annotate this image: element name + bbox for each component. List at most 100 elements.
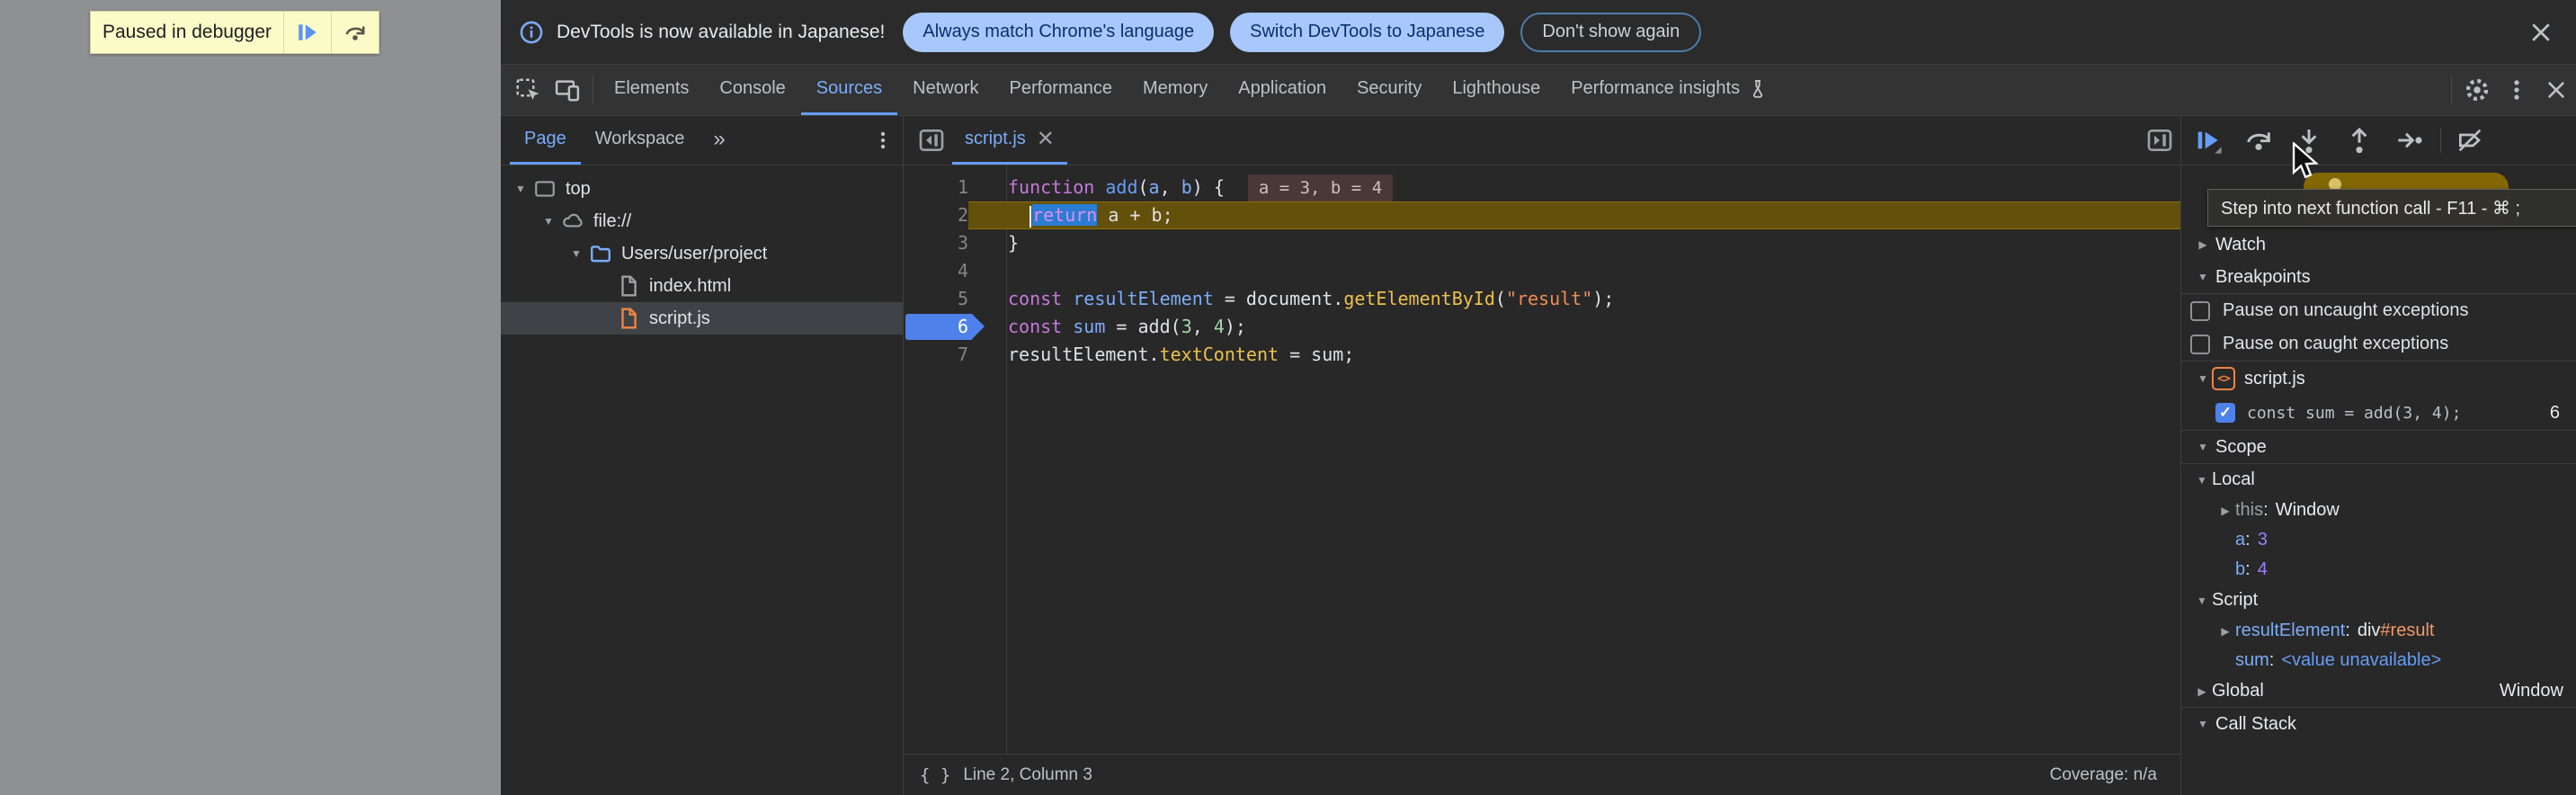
chevron-down-icon[interactable]: ▼ (567, 247, 585, 260)
tab-application[interactable]: Application (1223, 65, 1341, 115)
checkbox-unchecked[interactable] (2190, 335, 2210, 354)
toggle-debugger-sidebar-icon[interactable] (2139, 116, 2180, 165)
scope-prop-resultelement[interactable]: ▶resultElement:div#result (2181, 616, 2576, 646)
checkbox-row-pause-on-uncaught-exceptions[interactable]: Pause on uncaught exceptions (2181, 294, 2576, 327)
section-watch[interactable]: ▶ Watch (2181, 228, 2576, 261)
tree-item-script-js[interactable]: script.js (501, 302, 903, 335)
code-line-4[interactable]: 4 (904, 257, 2180, 285)
chevron-down-icon[interactable]: ▼ (2192, 474, 2212, 487)
property-value-id: #result (2380, 621, 2434, 641)
infobar-close-button[interactable] (2524, 15, 2558, 49)
deactivate-breakpoints-button[interactable] (2450, 121, 2490, 160)
tab-performance[interactable]: Performance (994, 65, 1128, 115)
tab-performance-insights[interactable]: Performance insights (1555, 65, 1784, 115)
tree-item-index-html[interactable]: index.html (501, 270, 903, 302)
code-line-content[interactable]: const sum = add(3, 4); (968, 313, 2180, 341)
scope-group-local[interactable]: ▼Local (2181, 464, 2576, 496)
code-line-content[interactable]: const resultElement = document.getElemen… (968, 285, 2180, 313)
code-line-content[interactable] (968, 257, 2180, 285)
toggle-navigator-panel-icon[interactable] (911, 116, 952, 165)
scope-group-label: Global (2212, 681, 2264, 701)
inspect-element-icon[interactable] (508, 65, 548, 115)
code-line-1[interactable]: 1function add(a, b) {a = 3, b = 4 (904, 174, 2180, 201)
line-number-text: 1 (958, 176, 968, 198)
resume-button[interactable] (2188, 121, 2228, 160)
breakpoint-badge-line-6[interactable]: 6 (904, 313, 968, 341)
code-line-3[interactable]: 3} (904, 229, 2180, 257)
tab-page[interactable]: Page (510, 116, 581, 165)
scope-prop-a[interactable]: a:3 (2181, 525, 2576, 555)
tab-lighthouse[interactable]: Lighthouse (1437, 65, 1555, 115)
line-number-7[interactable]: 7 (904, 341, 968, 369)
line-number-3[interactable]: 3 (904, 229, 968, 257)
chevron-right-icon[interactable]: ▶ (2215, 505, 2235, 517)
chevron-down-icon[interactable]: ▼ (539, 215, 557, 228)
tree-item-users-user-project[interactable]: ▼Users/user/project (501, 237, 903, 270)
always-match-language-button[interactable]: Always match Chrome's language (903, 13, 1214, 52)
token-pl: } (1008, 232, 1019, 254)
code-line-5[interactable]: 5const resultElement = document.getEleme… (904, 285, 2180, 313)
file-tab-scriptjs[interactable]: script.js ✕ (952, 116, 1067, 165)
tab-memory[interactable]: Memory (1128, 65, 1223, 115)
code-line-7[interactable]: 7resultElement.textContent = sum; (904, 341, 2180, 369)
chevron-down-icon[interactable]: ▼ (2192, 594, 2212, 607)
chevron-down-icon[interactable]: ▼ (512, 183, 530, 195)
chevron-down-icon[interactable]: ▼ (2194, 372, 2212, 385)
step-out-button[interactable] (2340, 121, 2379, 160)
code-line-content[interactable]: function add(a, b) {a = 3, b = 4 (968, 174, 2180, 201)
devtools-close-icon[interactable] (2536, 65, 2576, 115)
step-over-button[interactable] (2239, 121, 2278, 160)
device-toolbar-icon[interactable] (548, 65, 587, 115)
banner-step-over-button[interactable] (331, 12, 379, 53)
token-df: b (1181, 176, 1192, 198)
navigator-kebab-icon[interactable] (863, 116, 903, 165)
tab-console[interactable]: Console (704, 65, 800, 115)
file-js-icon (617, 307, 640, 330)
line-number-2[interactable]: 2 (904, 201, 968, 229)
section-call-stack[interactable]: ▼ Call Stack (2181, 708, 2576, 740)
pretty-print-icon[interactable]: { } (920, 765, 950, 785)
checkbox-unchecked[interactable] (2190, 301, 2210, 321)
line-number-4[interactable]: 4 (904, 257, 968, 285)
code-line-content[interactable]: } (968, 229, 2180, 257)
cursor-position-label: Line 2, Column 3 (963, 765, 1092, 785)
more-tabs-chevron[interactable]: » (699, 116, 737, 165)
section-breakpoints[interactable]: ▼ Breakpoints (2181, 261, 2576, 293)
line-number-1[interactable]: 1 (904, 174, 968, 201)
tab-security[interactable]: Security (1341, 65, 1437, 115)
tree-item-top[interactable]: ▼top (501, 173, 903, 205)
execution-line-content[interactable]: return a + b; (968, 201, 2180, 229)
tree-item-file-[interactable]: ▼file:// (501, 205, 903, 237)
dont-show-again-button[interactable]: Don't show again (1520, 13, 1701, 52)
breakpoint-checkbox[interactable]: ✓ (2215, 403, 2235, 423)
breakpoint-file-group[interactable]: ▼<>script.js (2181, 362, 2576, 396)
breakpoint-entry[interactable]: ✓const sum = add(3, 4);6 (2181, 396, 2576, 430)
code-line-6[interactable]: 6const sum = add(3, 4); (904, 313, 2180, 341)
code-editor[interactable]: 1function add(a, b) {a = 3, b = 42 retur… (904, 165, 2180, 754)
chevron-right-icon[interactable]: ▶ (2192, 685, 2212, 698)
file-tab-close-icon[interactable]: ✕ (1037, 129, 1055, 150)
colon: : (2269, 650, 2275, 671)
banner-resume-button[interactable] (283, 12, 331, 53)
section-scope[interactable]: ▼ Scope (2181, 431, 2576, 463)
settings-gear-icon[interactable] (2457, 65, 2497, 115)
kebab-menu-icon[interactable] (2497, 65, 2536, 115)
code-line-2[interactable]: 2 return a + b; (904, 201, 2180, 229)
code-line-content[interactable]: resultElement.textContent = sum; (968, 341, 2180, 369)
scope-prop-sum[interactable]: sum:<value unavailable> (2181, 646, 2576, 675)
panel-tabs: ElementsConsoleSourcesNetworkPerformance… (599, 65, 1784, 115)
tab-sources[interactable]: Sources (801, 65, 897, 115)
scope-group-global[interactable]: ▶GlobalWindow (2181, 675, 2576, 707)
scope-prop-this[interactable]: ▶this:Window (2181, 496, 2576, 525)
tab-label: Elements (614, 78, 689, 99)
tab-network[interactable]: Network (897, 65, 994, 115)
scope-group-script[interactable]: ▼Script (2181, 585, 2576, 616)
chevron-right-icon[interactable]: ▶ (2215, 625, 2235, 638)
checkbox-row-pause-on-caught-exceptions[interactable]: Pause on caught exceptions (2181, 327, 2576, 361)
step-button[interactable] (2390, 121, 2429, 160)
tab-workspace[interactable]: Workspace (581, 116, 700, 165)
scope-prop-b[interactable]: b:4 (2181, 555, 2576, 585)
line-number-5[interactable]: 5 (904, 285, 968, 313)
tab-elements[interactable]: Elements (599, 65, 704, 115)
switch-devtools-japanese-button[interactable]: Switch DevTools to Japanese (1230, 13, 1504, 52)
